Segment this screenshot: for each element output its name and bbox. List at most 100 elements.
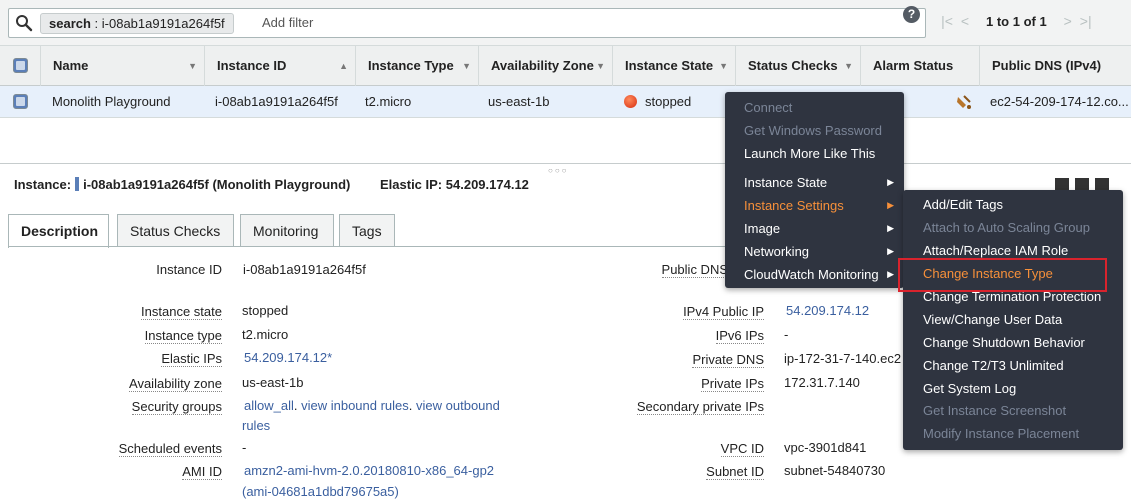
field-value-private-ips: 172.31.7.140	[784, 375, 860, 390]
menu-item-get-windows-password[interactable]: Get Windows Password	[744, 119, 882, 142]
cell-public-dns: ec2-54-209-174-12.co...	[990, 94, 1129, 109]
column-name[interactable]: Name ▼	[40, 46, 205, 86]
field-value-private-dns: ip-172-31-7-140.ec2	[784, 351, 902, 366]
submenu-modify-instance-placement[interactable]: Modify Instance Placement	[923, 422, 1079, 445]
submenu-change-t2-t3-unlimited[interactable]: Change T2/T3 Unlimited	[923, 354, 1064, 377]
menu-item-networking-label: Networking	[744, 244, 810, 259]
row-checkbox[interactable]	[13, 94, 28, 109]
cell-instance-id: i-08ab1a9191a264f5f	[215, 94, 338, 109]
sort-up-icon[interactable]: ▲	[339, 46, 348, 86]
field-value-ami-id[interactable]: amzn2-ami-hvm-2.0.20180810-x86_64-gp2	[244, 463, 494, 478]
field-value-ami-id-cont[interactable]: (ami-04681a1dbd79675a5)	[242, 484, 399, 499]
help-icon[interactable]: ?	[903, 6, 920, 23]
search-token-key: search	[49, 16, 91, 31]
first-page-icon[interactable]: |<	[938, 13, 956, 29]
column-name-label: Name	[53, 58, 89, 73]
search-filter-token[interactable]: search : i-08ab1a9191a264f5f	[40, 13, 234, 34]
column-status-checks[interactable]: Status Checks ▼	[735, 46, 861, 86]
view-inbound-rules-link[interactable]: view inbound rules	[301, 398, 409, 413]
pane-splitter[interactable]	[0, 163, 1131, 164]
field-label-instance-state: Instance state	[141, 304, 222, 320]
field-label-subnet-id: Subnet ID	[706, 464, 764, 480]
submenu-get-instance-screenshot[interactable]: Get Instance Screenshot	[923, 399, 1066, 422]
menu-item-image[interactable]: Image ▶	[744, 217, 904, 240]
instance-label: Instance:	[14, 177, 72, 192]
field-label-scheduled-events: Scheduled events	[118, 441, 222, 457]
submenu-change-shutdown-behavior[interactable]: Change Shutdown Behavior	[923, 331, 1085, 354]
sort-down-icon[interactable]: ▼	[462, 46, 471, 86]
next-page-icon[interactable]: >	[1059, 13, 1077, 29]
column-alarm-status[interactable]: Alarm Status	[860, 46, 980, 86]
submenu-get-system-log[interactable]: Get System Log	[923, 377, 1016, 400]
menu-item-instance-settings[interactable]: Instance Settings ▶	[744, 194, 904, 217]
tab-tags[interactable]: Tags	[339, 214, 395, 247]
instance-actions-menu: Connect Get Windows Password Launch More…	[725, 92, 904, 288]
view-outbound-rules-link[interactable]: view outbound	[416, 398, 500, 413]
menu-item-instance-state[interactable]: Instance State ▶	[744, 171, 904, 194]
table-row[interactable]: Monolith Playground i-08ab1a9191a264f5f …	[0, 86, 1131, 118]
cell-name: Monolith Playground	[52, 94, 171, 109]
column-availability-zone[interactable]: Availability Zone ▼	[478, 46, 613, 86]
menu-item-image-label: Image	[744, 221, 781, 236]
last-page-icon[interactable]: >|	[1077, 13, 1095, 29]
select-all-checkbox[interactable]	[13, 58, 28, 73]
add-filter-placeholder: Add filter	[262, 15, 314, 30]
menu-item-connect[interactable]: Connect	[744, 96, 792, 119]
field-value-ipv4-public-ip[interactable]: 54.209.174.12	[786, 303, 869, 318]
column-status-checks-label: Status Checks	[748, 58, 838, 73]
column-instance-type-label: Instance Type	[368, 58, 454, 73]
sort-down-icon[interactable]: ▼	[844, 46, 853, 86]
instance-settings-submenu: Add/Edit Tags Attach to Auto Scaling Gro…	[903, 190, 1123, 450]
field-value-instance-id: i-08ab1a9191a264f5f	[243, 262, 366, 277]
field-label-ami-id: AMI ID	[182, 464, 222, 480]
field-value-security-groups: allow_all. view inbound rules. view outb…	[244, 398, 500, 413]
tab-monitoring[interactable]: Monitoring	[240, 214, 334, 247]
menu-item-cloudwatch-monitoring[interactable]: CloudWatch Monitoring ▶	[744, 263, 904, 286]
search-input[interactable]: search : i-08ab1a9191a264f5f Add filter	[8, 8, 926, 38]
field-label-ipv6-ips: IPv6 IPs	[715, 328, 764, 344]
field-value-elastic-ips[interactable]: 54.209.174.12*	[244, 350, 332, 365]
tab-status-checks[interactable]: Status Checks	[117, 214, 234, 247]
security-group-link[interactable]: allow_all	[244, 398, 294, 413]
column-public-dns[interactable]: Public DNS (IPv4)	[979, 46, 1131, 86]
sort-down-icon[interactable]: ▼	[719, 46, 728, 86]
cell-availability-zone: us-east-1b	[488, 94, 550, 109]
submenu-arrow-icon: ▶	[887, 269, 894, 279]
instance-value: i-08ab1a9191a264f5f (Monolith Playground…	[83, 177, 351, 192]
field-value-subnet-id: subnet-54840730	[784, 463, 886, 478]
menu-item-networking[interactable]: Networking ▶	[744, 240, 904, 263]
submenu-arrow-icon: ▶	[887, 177, 894, 187]
field-label-public-dns: Public DNS	[661, 262, 728, 278]
field-label-instance-type: Instance type	[144, 328, 222, 344]
field-value-scheduled-events: -	[242, 440, 247, 455]
field-label-security-groups: Security groups	[131, 399, 222, 415]
elastic-ip-label: Elastic IP:	[380, 177, 443, 192]
column-instance-type[interactable]: Instance Type ▼	[355, 46, 479, 86]
field-label-instance-id: Instance ID	[156, 262, 222, 277]
resize-grip-icon[interactable]: ○○○	[548, 166, 569, 175]
menu-item-instance-state-label: Instance State	[744, 175, 828, 190]
alarm-bell-icon[interactable]	[955, 94, 973, 110]
pagination: |< <1 to 1 of 1 > >|	[938, 13, 1095, 29]
column-instance-id[interactable]: Instance ID ▲	[204, 46, 356, 86]
submenu-view-change-user-data[interactable]: View/Change User Data	[923, 308, 1062, 331]
menu-item-launch-more[interactable]: Launch More Like This	[744, 142, 875, 165]
sort-down-icon[interactable]: ▼	[596, 46, 605, 86]
submenu-add-edit-tags[interactable]: Add/Edit Tags	[923, 193, 1003, 216]
view-outbound-rules-link-cont[interactable]: rules	[242, 418, 270, 433]
field-value-instance-type: t2.micro	[242, 327, 289, 342]
pagination-count: 1 to 1 of 1	[986, 14, 1047, 29]
submenu-arrow-icon: ▶	[887, 246, 894, 256]
elastic-ip-value: 54.209.174.12	[445, 177, 529, 192]
table-header: Name ▼ Instance ID ▲ Instance Type ▼ Availa…	[0, 46, 1131, 86]
sort-down-icon[interactable]: ▼	[188, 46, 197, 86]
column-alarm-status-label: Alarm Status	[873, 58, 954, 73]
submenu-attach-auto-scaling[interactable]: Attach to Auto Scaling Group	[923, 216, 1090, 239]
field-value-ipv6-ips: -	[784, 327, 789, 342]
field-label-private-ips: Private IPs	[701, 376, 764, 392]
prev-page-icon[interactable]: <	[956, 13, 974, 29]
field-value-vpc-id: vpc-3901d841	[784, 440, 867, 455]
tab-description[interactable]: Description	[8, 214, 109, 248]
column-instance-state[interactable]: Instance State ▼	[612, 46, 736, 86]
column-public-dns-label: Public DNS (IPv4)	[992, 58, 1102, 73]
